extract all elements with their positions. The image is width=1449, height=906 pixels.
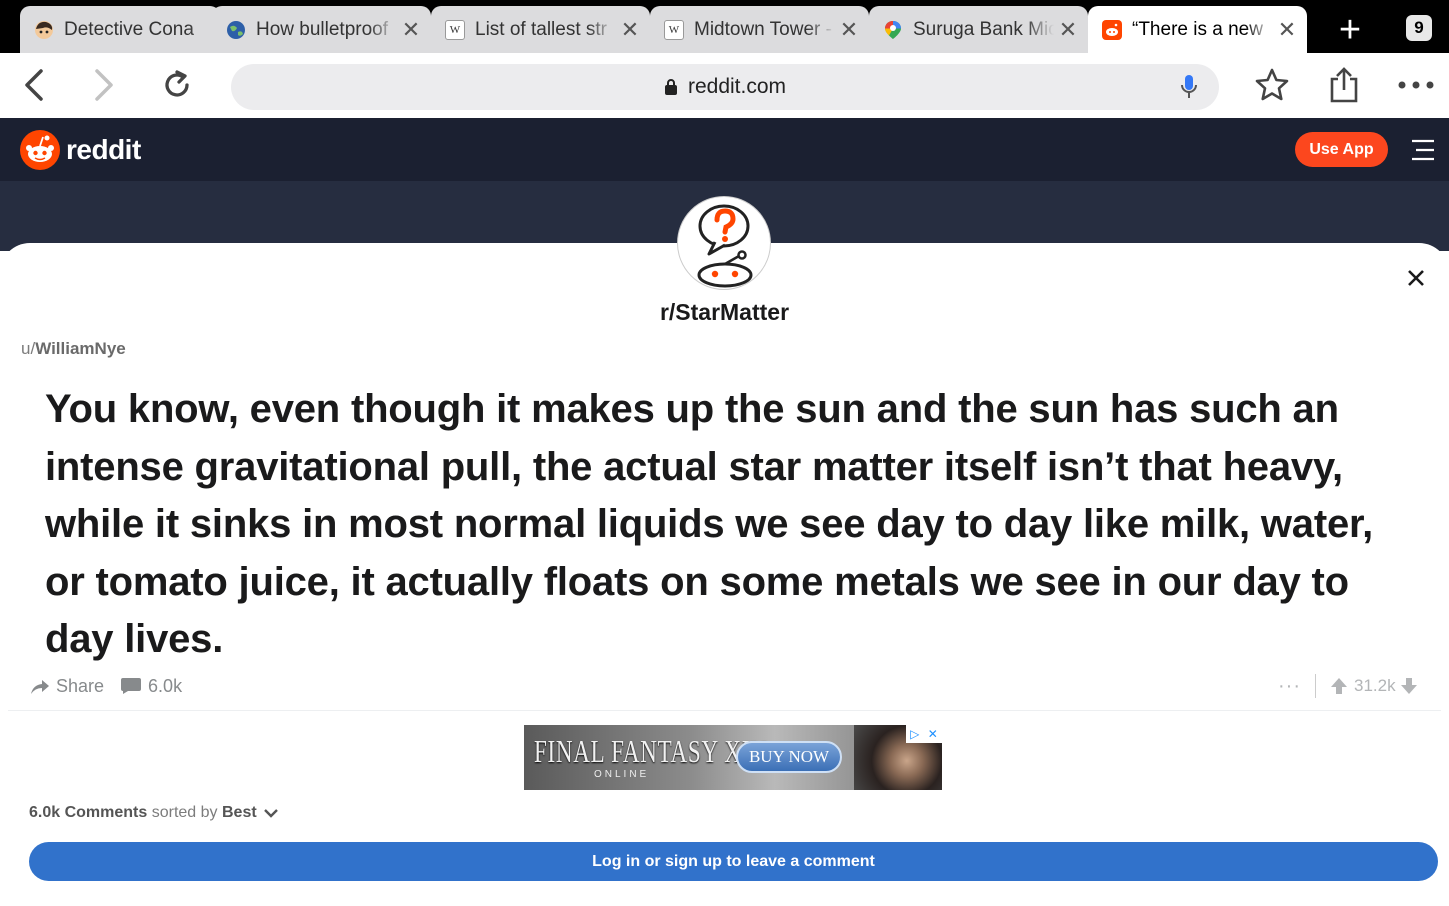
post-title: You know, even though it makes up the su… xyxy=(45,387,1374,661)
address-bar[interactable]: reddit.com xyxy=(231,64,1219,110)
reddit-snoo-icon xyxy=(20,130,60,170)
close-icon[interactable] xyxy=(1400,262,1432,294)
tab-count-badge[interactable]: 9 xyxy=(1406,15,1432,41)
tab-title: Suruga Bank Mic xyxy=(913,18,1054,40)
bookmark-button[interactable] xyxy=(1250,63,1294,107)
tab-bulletproof[interactable]: How bulletproof ✕ xyxy=(212,6,431,53)
more-dots-icon xyxy=(1398,81,1434,89)
comments-count-button[interactable]: 6.0k xyxy=(120,676,182,697)
tab-detective-conan[interactable]: Detective Cona xyxy=(20,6,220,53)
anime-character-icon xyxy=(34,20,54,40)
microphone-icon[interactable] xyxy=(1181,74,1197,105)
ad-subtitle: ONLINE xyxy=(594,769,650,780)
chevron-down-icon xyxy=(263,809,278,818)
tab-title: Detective Cona xyxy=(64,18,194,40)
share-button[interactable] xyxy=(1322,63,1366,107)
reddit-icon xyxy=(1102,19,1122,40)
post-author[interactable]: u/WilliamNye xyxy=(21,339,126,359)
comment-count: 6.0k xyxy=(148,675,183,696)
author-prefix: u/ xyxy=(21,339,36,358)
tab-suruga-bank[interactable]: Suruga Bank Mic ✕ xyxy=(869,6,1088,53)
wikipedia-icon: W xyxy=(445,19,465,40)
new-tab-button[interactable]: + xyxy=(1330,10,1370,50)
globe-icon xyxy=(226,20,246,40)
reddit-logo[interactable]: reddit xyxy=(20,130,141,170)
tab-strip: Detective Cona How bulletproof ✕ W List … xyxy=(0,0,1449,53)
ad-buy-button[interactable]: BUY NOW xyxy=(736,741,842,773)
star-icon xyxy=(1255,68,1289,101)
tab-midtown-tower[interactable]: W Midtown Tower - ✕ xyxy=(650,6,869,53)
use-app-button[interactable]: Use App xyxy=(1295,132,1388,167)
tab-title: Midtown Tower - xyxy=(694,18,832,40)
share-icon xyxy=(1330,67,1358,103)
advertisement-banner[interactable]: FINAL FANTASY XIV ONLINE BUY NOW ▷ ✕ xyxy=(524,725,942,790)
vote-controls: ··· 31.2k xyxy=(1278,673,1418,699)
close-tab-icon[interactable]: ✕ xyxy=(1273,17,1301,43)
sorted-by-label: sorted by xyxy=(151,804,218,821)
upvote-arrow-icon[interactable] xyxy=(1330,677,1348,695)
maps-pin-icon xyxy=(883,20,903,40)
close-tab-icon[interactable]: ✕ xyxy=(835,17,863,43)
tab-title: How bulletproof xyxy=(256,18,389,40)
close-tab-icon[interactable]: ✕ xyxy=(1054,17,1082,43)
reddit-header: reddit Use App xyxy=(0,118,1449,181)
login-to-comment-button[interactable]: Log in or sign up to leave a comment xyxy=(29,842,1438,881)
browser-toolbar: reddit.com xyxy=(0,53,1449,119)
lock-icon xyxy=(664,79,677,95)
comments-count-label: 6.0k Comments xyxy=(29,804,148,821)
back-button[interactable] xyxy=(12,63,56,107)
comment-bubble-icon xyxy=(121,678,142,694)
sort-value: Best xyxy=(221,804,257,821)
ad-choices-icon[interactable]: ▷ ✕ xyxy=(906,725,942,743)
question-snoo-icon xyxy=(697,204,753,288)
url-text: reddit.com xyxy=(687,75,787,98)
more-options-icon[interactable]: ··· xyxy=(1278,675,1301,698)
wikipedia-icon: W xyxy=(664,19,684,40)
tab-title: “There is a new xyxy=(1132,18,1263,40)
share-arrow-icon xyxy=(31,680,49,694)
tab-reddit-active[interactable]: “There is a new ✕ xyxy=(1088,6,1307,53)
downvote-arrow-icon[interactable] xyxy=(1400,677,1418,695)
subreddit-avatar[interactable] xyxy=(677,196,771,290)
forward-button[interactable] xyxy=(82,63,126,107)
hamburger-menu-icon[interactable] xyxy=(1408,136,1436,164)
share-post-button[interactable]: Share xyxy=(30,676,104,697)
tab-title: List of tallest str xyxy=(475,18,607,40)
reload-icon xyxy=(165,70,189,97)
chevron-right-icon xyxy=(95,69,113,101)
tab-list-tallest[interactable]: W List of tallest str ✕ xyxy=(431,6,650,53)
share-label: Share xyxy=(56,675,105,696)
more-menu-button[interactable] xyxy=(1394,63,1438,107)
post-actions: Share 6.0k xyxy=(30,673,198,699)
vote-count: 31.2k xyxy=(1353,676,1396,695)
ad-title: FINAL FANTASY XIV xyxy=(534,733,768,769)
post-divider xyxy=(8,710,1441,711)
subreddit-name[interactable]: r/StarMatter xyxy=(0,299,1449,326)
author-name: WilliamNye xyxy=(35,339,126,358)
reddit-wordmark: reddit xyxy=(66,134,141,165)
close-tab-icon[interactable]: ✕ xyxy=(616,17,644,43)
chevron-left-icon xyxy=(25,69,43,101)
comments-sort-bar[interactable]: 6.0k Comments sorted by Best xyxy=(29,804,279,822)
reload-button[interactable] xyxy=(155,63,199,107)
close-tab-icon[interactable]: ✕ xyxy=(397,17,425,43)
vote-divider xyxy=(1314,674,1316,698)
